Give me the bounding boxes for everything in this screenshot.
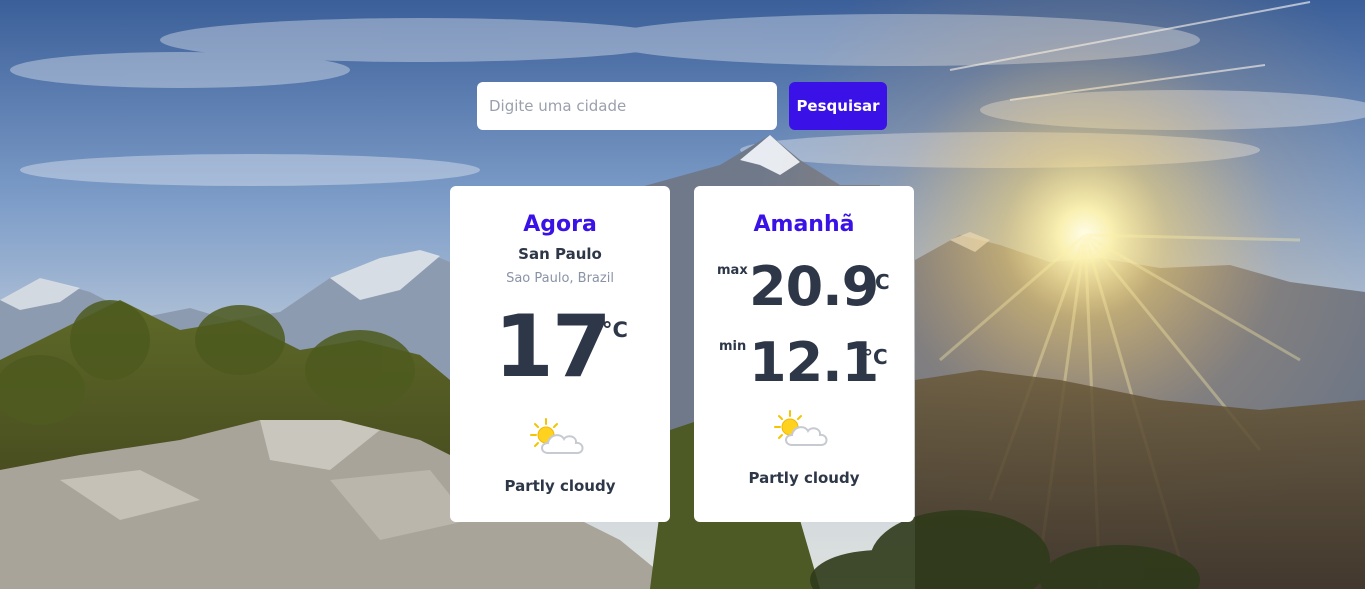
forecast-card-tomorrow: Amanhã max 20.9 °C min 12.1 °C Partly cl…: [694, 186, 914, 522]
max-temperature-unit: °C: [865, 270, 890, 294]
city-name: San Paulo: [518, 245, 602, 263]
max-label: max: [717, 263, 748, 278]
temperature-unit: °C: [602, 318, 628, 342]
current-weather-card: Agora San Paulo Sao Paulo, Brazil 17 °C …: [450, 186, 670, 522]
current-temperature: 17: [494, 297, 612, 397]
weather-condition: Partly cloudy: [504, 477, 616, 495]
min-temperature-unit: °C: [863, 345, 888, 369]
card-title-now: Agora: [523, 212, 597, 237]
partly-cloudy-icon: [530, 417, 588, 459]
region-name: Sao Paulo, Brazil: [506, 271, 614, 286]
weather-condition: Partly cloudy: [748, 469, 860, 487]
card-title-tomorrow: Amanhã: [753, 212, 855, 237]
partly-cloudy-icon: [774, 409, 832, 451]
min-label: min: [719, 339, 747, 354]
max-temperature: 20.9: [749, 255, 879, 318]
min-temperature: 12.1: [749, 331, 879, 394]
city-search-input[interactable]: [477, 82, 777, 130]
search-bar: Pesquisar: [477, 82, 887, 130]
search-button[interactable]: Pesquisar: [789, 82, 887, 130]
